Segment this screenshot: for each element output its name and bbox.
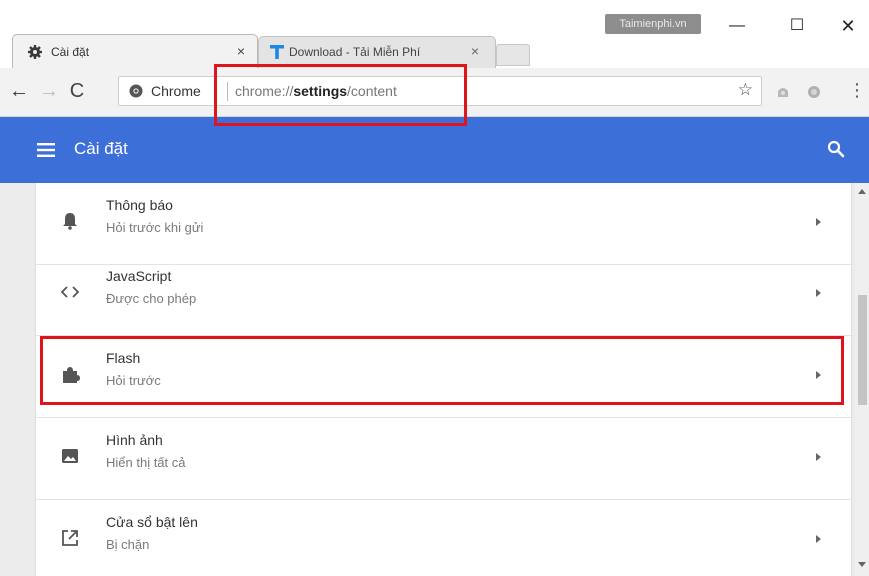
setting-subtitle: Hỏi trước khi gửi <box>106 220 204 235</box>
scrollbar-thumb[interactable] <box>858 295 867 405</box>
setting-row-notifications[interactable]: Thông báo Hỏi trước khi gửi <box>36 183 851 265</box>
settings-header: Cài đặt <box>0 117 869 183</box>
chevron-right-icon <box>816 289 821 297</box>
settings-content: Thông báo Hỏi trước khi gửi JavaScript Đ… <box>0 183 869 576</box>
image-icon <box>62 449 78 463</box>
watermark-logo: Taimienphi.vn <box>605 14 701 34</box>
gear-icon <box>28 45 42 59</box>
scrollbar[interactable] <box>855 183 869 576</box>
browser-toolbar: ← → C Chrome chrome://settings/content ☆… <box>0 68 869 117</box>
page-title: Cài đặt <box>74 139 128 158</box>
setting-subtitle: Được cho phép <box>106 291 197 306</box>
scroll-down-arrow-icon[interactable] <box>857 561 867 569</box>
setting-title: Hình ảnh <box>106 432 163 448</box>
new-tab-button[interactable] <box>496 44 530 66</box>
setting-row-popups[interactable]: Cửa sổ bật lên Bị chặn <box>36 500 851 576</box>
chevron-right-icon <box>816 218 821 226</box>
extension-icon[interactable] <box>806 84 822 100</box>
setting-title: JavaScript <box>106 268 172 284</box>
chevron-right-icon <box>816 453 821 461</box>
settings-card: Thông báo Hỏi trước khi gửi JavaScript Đ… <box>36 183 851 576</box>
chevron-right-icon <box>816 371 821 379</box>
setting-title: Cửa sổ bật lên <box>106 514 198 530</box>
bookmark-star-icon[interactable]: ☆ <box>738 80 753 100</box>
minimize-button[interactable]: — <box>717 14 757 38</box>
chrome-icon <box>129 84 143 98</box>
setting-row-images[interactable]: Hình ảnh Hiển thị tất cả <box>36 418 851 500</box>
reload-button[interactable]: C <box>66 80 88 102</box>
tab-close-button[interactable]: × <box>237 43 245 59</box>
extension-icon[interactable] <box>775 84 791 100</box>
forward-button[interactable]: → <box>38 80 60 102</box>
tab-title: Download - Tải Miễn Phí <box>289 45 421 59</box>
setting-subtitle: Bị chặn <box>106 537 150 552</box>
tab-download[interactable]: Download - Tải Miễn Phí × <box>258 36 496 68</box>
puzzle-icon <box>63 367 80 383</box>
tab-settings[interactable]: Cài đặt × <box>12 34 258 68</box>
search-icon[interactable] <box>826 139 846 159</box>
setting-subtitle: Hiển thị tất cả <box>106 455 186 470</box>
back-button[interactable]: ← <box>8 80 30 102</box>
window-close-button[interactable]: ✕ <box>828 14 868 38</box>
chrome-menu-button[interactable]: ⋮ <box>848 78 866 102</box>
scroll-up-arrow-icon[interactable] <box>857 187 867 195</box>
url-text[interactable]: chrome://settings/content <box>235 83 397 99</box>
omnibox-divider <box>227 82 228 101</box>
tab-title: Cài đặt <box>51 45 90 59</box>
bell-icon <box>63 213 77 230</box>
title-bar: Cài đặt × Download - Tải Miễn Phí × Taim… <box>0 0 869 75</box>
chevron-right-icon <box>816 535 821 543</box>
address-bar[interactable]: Chrome chrome://settings/content ☆ <box>118 76 762 106</box>
setting-title: Thông báo <box>106 197 173 213</box>
setting-subtitle: Hỏi trước <box>106 373 161 388</box>
hamburger-icon[interactable] <box>36 140 56 160</box>
maximize-button[interactable]: ☐ <box>777 14 817 38</box>
setting-row-javascript[interactable]: JavaScript Được cho phép <box>36 254 851 336</box>
t-logo-icon <box>270 45 284 59</box>
code-icon <box>60 286 80 298</box>
setting-row-flash[interactable]: Flash Hỏi trước <box>36 336 851 418</box>
chrome-chip-label: Chrome <box>151 83 201 99</box>
setting-title: Flash <box>106 350 141 366</box>
tab-close-button[interactable]: × <box>471 43 479 59</box>
popup-icon <box>62 530 78 546</box>
